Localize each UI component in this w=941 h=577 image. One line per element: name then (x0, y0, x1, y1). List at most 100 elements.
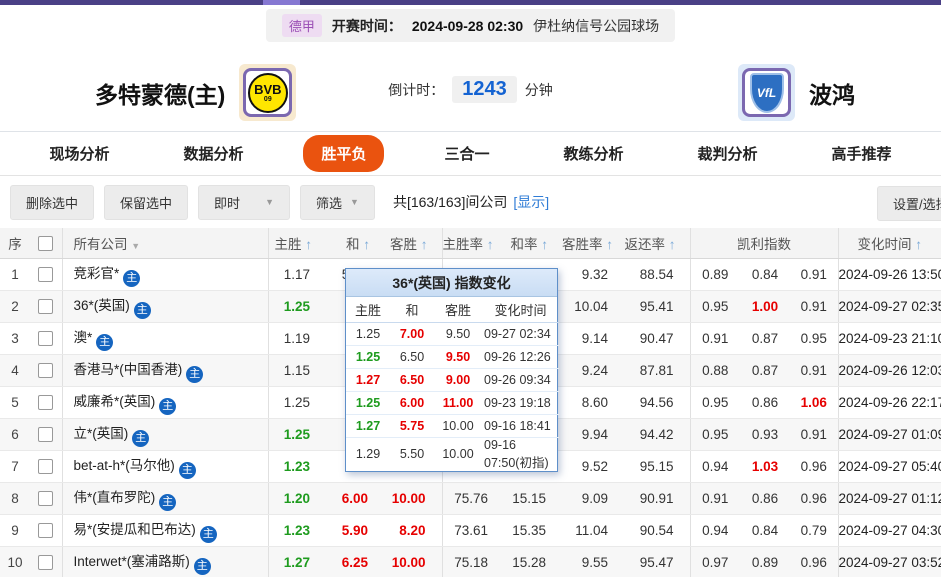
odds-cell[interactable]: 1.20 (268, 482, 326, 514)
tab-3[interactable]: 胜平负 (303, 135, 384, 172)
countdown-label: 倒计时： (388, 80, 444, 100)
away-logo-frame: VfL (742, 68, 791, 117)
odds-cell[interactable]: 1.27 (268, 546, 326, 577)
popup-row: 1.256.0011.0009-23 19:18 (346, 391, 559, 414)
odds-cell[interactable]: 1.25 (268, 386, 326, 418)
kelly-cell: 1.00 (740, 290, 790, 322)
header-away-rate-sort[interactable]: 客胜率 ↑ (562, 228, 624, 258)
row-checkbox-cell (30, 418, 62, 450)
kelly-cell: 0.94 (690, 450, 740, 482)
company-cell[interactable]: 香港马*(中国香港)主 (62, 354, 268, 386)
odds-cell[interactable]: 6.25 (326, 546, 384, 577)
filter-dropdown[interactable]: 筛选 ▼ (300, 185, 375, 220)
odds-cell[interactable]: 1.23 (268, 514, 326, 546)
row-checkbox[interactable] (38, 555, 53, 570)
row-checkbox[interactable] (38, 363, 53, 378)
tab-7[interactable]: 高手推荐 (818, 135, 906, 172)
header-seq: 序 (0, 228, 30, 258)
header-return-rate-sort[interactable]: 返还率 ↑ (624, 228, 690, 258)
row-checkbox[interactable] (38, 267, 53, 282)
tab-6[interactable]: 裁判分析 (684, 135, 772, 172)
company-cell[interactable]: Interwet*(塞浦路斯)主 (62, 546, 268, 577)
kelly-cell: 0.91 (790, 290, 838, 322)
change-time-cell: 2024-09-27 01:12 (838, 482, 941, 514)
header-company[interactable]: 所有公司 ▼ (62, 228, 268, 258)
odds-cell[interactable]: 1.17 (268, 258, 326, 290)
kelly-cell: 0.84 (740, 258, 790, 290)
header-home-rate-sort[interactable]: 主胜率 ↑ (442, 228, 504, 258)
rate-cell: 94.42 (624, 418, 690, 450)
company-cell[interactable]: 澳*主 (62, 322, 268, 354)
row-checkbox[interactable] (38, 523, 53, 538)
venue-name: 伊杜纳信号公园球场 (533, 16, 659, 36)
sort-up-icon: ↑ (669, 237, 676, 252)
row-seq: 8 (0, 482, 30, 514)
primary-company-icon: 主 (200, 526, 217, 543)
row-checkbox[interactable] (38, 299, 53, 314)
odds-cell[interactable]: 1.25 (268, 418, 326, 450)
away-team-logo: VfL (738, 64, 795, 121)
odds-cell[interactable]: 1.25 (268, 290, 326, 322)
show-link[interactable]: [显示] (513, 192, 549, 212)
kelly-cell: 0.91 (790, 354, 838, 386)
tab-1[interactable]: 现场分析 (35, 135, 123, 172)
row-checkbox[interactable] (38, 331, 53, 346)
select-all-checkbox[interactable] (38, 236, 53, 251)
change-time-cell: 2024-09-27 03:52 (838, 546, 941, 577)
row-checkbox[interactable] (38, 427, 53, 442)
change-time-cell: 2024-09-27 04:30 (838, 514, 941, 546)
header-draw-rate-sort[interactable]: 和率 ↑ (504, 228, 562, 258)
sort-up-icon: ↑ (363, 237, 370, 252)
odds-cell[interactable]: 1.15 (268, 354, 326, 386)
rate-cell: 9.52 (562, 450, 624, 482)
odds-cell[interactable]: 5.90 (326, 514, 384, 546)
kelly-cell: 0.84 (740, 514, 790, 546)
kelly-cell: 0.91 (790, 418, 838, 450)
header-kelly: 凯利指数 (690, 228, 838, 258)
toolbar: 删除选中 保留选中 即时 ▼ 筛选 ▼ 共[163/163]间公司 [显示] 设… (0, 176, 941, 228)
row-seq: 6 (0, 418, 30, 450)
top-accent-bar (0, 0, 941, 5)
popup-row: 1.257.009.5009-27 02:34 (346, 322, 559, 345)
company-cell[interactable]: 36*(英国)主 (62, 290, 268, 322)
delete-selected-button[interactable]: 删除选中 (10, 185, 94, 220)
instant-dropdown[interactable]: 即时 ▼ (198, 185, 290, 220)
settings-button[interactable]: 设置/选择 (877, 186, 941, 221)
company-count-text: 共[163/163]间公司 (393, 192, 507, 212)
rate-cell: 9.32 (562, 258, 624, 290)
odds-cell[interactable]: 10.00 (384, 482, 442, 514)
row-checkbox[interactable] (38, 395, 53, 410)
header-away-sort[interactable]: 客胜 ↑ (384, 228, 442, 258)
row-checkbox[interactable] (38, 491, 53, 506)
rate-cell: 9.24 (562, 354, 624, 386)
odds-cell[interactable]: 10.00 (384, 546, 442, 577)
company-cell[interactable]: bet-at-h*(马尔他)主 (62, 450, 268, 482)
header-draw-sort[interactable]: 和 ↑ (326, 228, 384, 258)
rate-cell: 90.54 (624, 514, 690, 546)
company-cell[interactable]: 易*(安提瓜和巴布达)主 (62, 514, 268, 546)
primary-company-icon: 主 (132, 430, 149, 447)
company-cell[interactable]: 伟*(直布罗陀)主 (62, 482, 268, 514)
rate-cell: 88.54 (624, 258, 690, 290)
keep-selected-button[interactable]: 保留选中 (104, 185, 188, 220)
odds-cell[interactable]: 6.00 (326, 482, 384, 514)
company-cell[interactable]: 竞彩官*主 (62, 258, 268, 290)
company-cell[interactable]: 威廉希*(英国)主 (62, 386, 268, 418)
tab-2[interactable]: 数据分析 (169, 135, 257, 172)
popup-header-cell: 主胜 (346, 297, 390, 322)
header-time-sort[interactable]: 变化时间 ↑ (838, 228, 941, 258)
vfl-logo-icon: VfL (750, 73, 784, 113)
kelly-cell: 0.86 (740, 482, 790, 514)
odds-cell[interactable]: 1.19 (268, 322, 326, 354)
header-home-sort[interactable]: 主胜 ↑ (268, 228, 326, 258)
company-cell[interactable]: 立*(英国)主 (62, 418, 268, 450)
odds-cell[interactable]: 8.20 (384, 514, 442, 546)
tab-5[interactable]: 教练分析 (550, 135, 638, 172)
odds-cell[interactable]: 1.23 (268, 450, 326, 482)
kelly-cell: 0.79 (790, 514, 838, 546)
popup-home-odds: 1.25 (346, 322, 390, 345)
countdown-value: 1243 (452, 76, 517, 103)
match-info-bar: 德甲 开赛时间： 2024-09-28 02:30 伊杜纳信号公园球场 (0, 5, 941, 46)
row-checkbox[interactable] (38, 459, 53, 474)
tab-4[interactable]: 三合一 (430, 135, 503, 172)
